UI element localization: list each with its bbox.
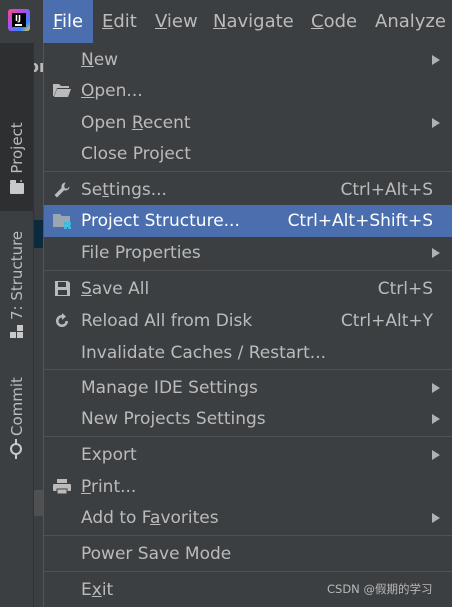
menu-item-label: New Projects Settings: [81, 409, 266, 429]
menu-separator: [44, 436, 452, 437]
intellij-app-icon[interactable]: IJ: [8, 9, 30, 31]
commit-icon: [10, 443, 22, 455]
menu-item-label: Exit: [81, 580, 114, 600]
menu-separator: [44, 369, 452, 370]
menu-item-label: Invalidate Caches / Restart...: [81, 343, 327, 363]
structure-tab-label: 7: Structure: [8, 230, 26, 320]
menu-item-save-all[interactable]: Save All Ctrl+S: [44, 273, 452, 305]
menu-item-manage-ide-settings[interactable]: Manage IDE Settings: [44, 372, 452, 404]
menu-analyze[interactable]: Analyze: [375, 0, 446, 43]
menu-item-reload-all[interactable]: Reload All from Disk Ctrl+Alt+Y: [44, 305, 452, 337]
menu-separator: [44, 270, 452, 271]
menu-item-label: Settings...: [81, 180, 167, 200]
open-folder-icon: [52, 82, 72, 100]
submenu-arrow-icon: [432, 55, 440, 65]
menu-item-shortcut: Ctrl+Alt+Y: [340, 311, 433, 331]
wrench-icon: [52, 181, 72, 199]
menu-item-power-save-mode[interactable]: Power Save Mode: [44, 538, 452, 570]
menu-item-new[interactable]: New: [44, 44, 452, 76]
menu-item-open[interactable]: Open...: [44, 75, 452, 107]
menu-file[interactable]: File: [43, 0, 93, 43]
tool-tab-project[interactable]: 1: Project: [0, 43, 33, 211]
menu-item-label: Print...: [81, 477, 137, 497]
submenu-arrow-icon: [432, 248, 440, 258]
menu-edit[interactable]: Edit: [102, 0, 137, 43]
menu-separator: [44, 535, 452, 536]
submenu-arrow-icon: [432, 513, 440, 523]
menu-item-open-recent[interactable]: Open Recent: [44, 107, 452, 139]
menu-item-label: Close Project: [81, 144, 191, 164]
submenu-arrow-icon: [432, 414, 440, 424]
menu-item-close-project[interactable]: Close Project: [44, 138, 452, 170]
file-menu-dropdown: New Open... Open Recent Close Project Se…: [43, 43, 452, 607]
menu-item-shortcut: Ctrl+Alt+S: [340, 180, 433, 200]
menu-item-label: Reload All from Disk: [81, 311, 253, 331]
menu-item-label: Project Structure...: [81, 211, 240, 231]
menu-item-label: Add to Favorites: [81, 508, 219, 528]
project-structure-icon: [52, 212, 72, 230]
reload-icon: [52, 312, 72, 330]
submenu-arrow-icon: [432, 450, 440, 460]
menu-item-label: New: [81, 50, 119, 70]
menu-item-label: Open Recent: [81, 113, 191, 133]
menu-separator: [44, 571, 452, 572]
menu-separator: [44, 171, 452, 172]
menu-item-print[interactable]: Print...: [44, 471, 452, 503]
main-menu-bar: IJ File Edit View Navigate Code Analyze: [0, 0, 452, 43]
structure-icon: [10, 325, 24, 339]
menu-item-label: Open...: [81, 81, 143, 101]
menu-item-label: File Properties: [81, 243, 201, 263]
watermark-text: CSDN @假期的学习: [327, 582, 433, 596]
menu-item-new-projects-settings[interactable]: New Projects Settings: [44, 403, 452, 435]
submenu-arrow-icon: [432, 118, 440, 128]
printer-icon: [52, 478, 72, 496]
folder-icon: [10, 180, 24, 194]
commit-tab-label: Commit: [8, 377, 26, 436]
menu-item-file-properties[interactable]: File Properties: [44, 237, 452, 269]
menu-code[interactable]: Code: [311, 0, 357, 43]
menu-item-shortcut: Ctrl+S: [377, 279, 433, 299]
menu-item-add-to-favorites[interactable]: Add to Favorites: [44, 502, 452, 534]
menu-item-label: Save All: [81, 279, 150, 299]
menu-item-shortcut: Ctrl+Alt+Shift+S: [287, 211, 433, 231]
menu-item-export[interactable]: Export: [44, 439, 452, 471]
menu-item-label: Manage IDE Settings: [81, 378, 258, 398]
menu-item-label: Export: [81, 445, 137, 465]
menu-view[interactable]: View: [155, 0, 198, 43]
menu-item-project-structure[interactable]: Project Structure... Ctrl+Alt+Shift+S: [44, 205, 452, 237]
selected-row-peek: [33, 220, 43, 248]
menu-item-settings[interactable]: Settings... Ctrl+Alt+S: [44, 174, 452, 206]
submenu-arrow-icon: [432, 383, 440, 393]
menu-item-label: Power Save Mode: [81, 544, 232, 564]
save-disk-icon: [52, 280, 72, 298]
editor-peek: [33, 490, 43, 516]
menu-navigate[interactable]: Navigate: [213, 0, 294, 43]
menu-item-invalidate-caches[interactable]: Invalidate Caches / Restart...: [44, 337, 452, 369]
